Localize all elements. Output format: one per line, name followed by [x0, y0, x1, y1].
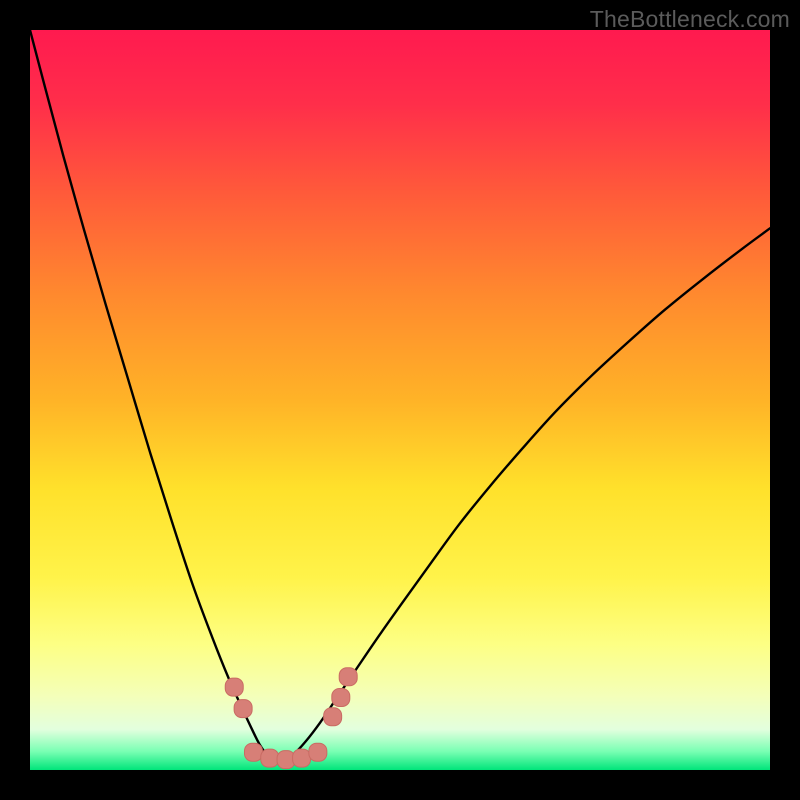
watermark-text: TheBottleneck.com	[590, 6, 790, 33]
bottleneck-marker	[339, 668, 357, 686]
bottleneck-marker	[293, 749, 311, 767]
bottleneck-marker	[324, 708, 342, 726]
bottleneck-marker	[261, 749, 279, 767]
curves-layer	[30, 30, 770, 770]
bottleneck-marker	[225, 678, 243, 696]
bottleneck-marker	[332, 688, 350, 706]
bottleneck-marker-group	[225, 668, 357, 769]
plot-area	[30, 30, 770, 770]
frame-black-border: TheBottleneck.com	[0, 0, 800, 800]
left-curve	[30, 30, 282, 763]
bottleneck-marker	[309, 743, 327, 761]
bottleneck-marker	[234, 700, 252, 718]
bottleneck-marker	[244, 743, 262, 761]
